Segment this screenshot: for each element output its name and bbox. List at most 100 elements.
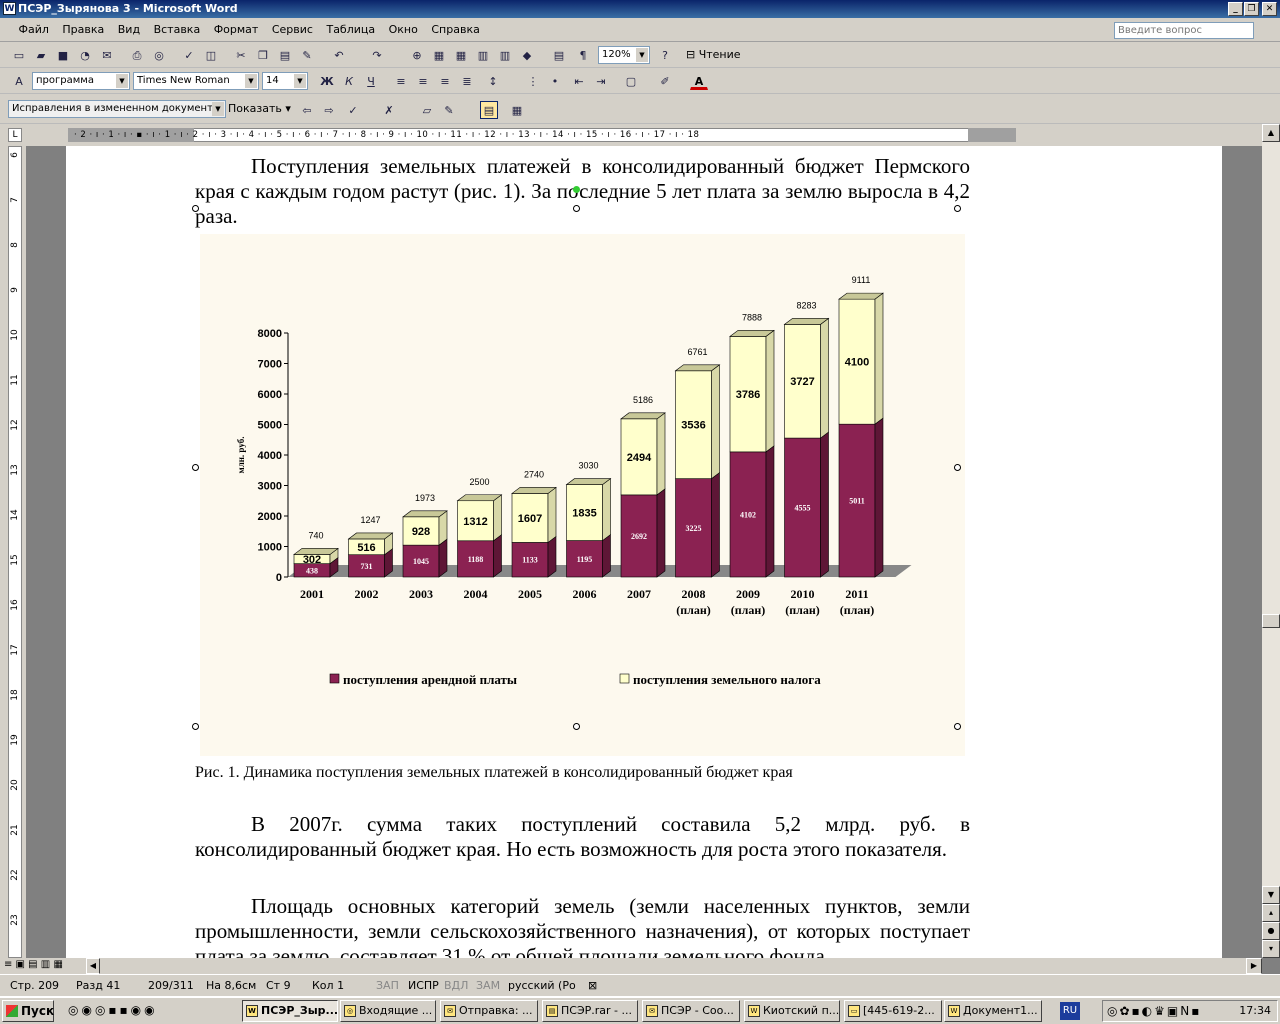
status-ovr[interactable]: ЗАМ: [476, 976, 500, 996]
taskbar-item-rar[interactable]: ▤ ПСЭР.rar - ...: [542, 1000, 638, 1022]
taskbar-item-send[interactable]: ✉ Отправка: ...: [440, 1000, 538, 1022]
font-size-select[interactable]: 14 ▼: [262, 72, 308, 90]
spelling-icon[interactable]: ✓: [180, 46, 198, 64]
vertical-ruler[interactable]: 6 7 8 9 10 11 12 13 14 15 16 17 18 19 20 21 22 23: [0, 146, 26, 958]
taskbar-item-document1[interactable]: W Документ1...: [944, 1000, 1042, 1022]
view-buttons[interactable]: ≡ ▣ ▤ ▥ ▦: [4, 959, 63, 970]
font-color-icon[interactable]: A: [690, 72, 708, 90]
open-folder-icon[interactable]: ▰: [32, 46, 50, 64]
undo-icon[interactable]: ↶: [330, 46, 348, 64]
line-spacing-icon[interactable]: ↕: [484, 72, 502, 90]
menu-insert[interactable]: Вставка: [149, 18, 206, 42]
menu-window[interactable]: Окно: [384, 18, 423, 42]
status-track[interactable]: ИСПР: [408, 976, 439, 996]
insert-table-icon[interactable]: ▦: [452, 46, 470, 64]
accept-change-icon[interactable]: ✓: [344, 101, 362, 119]
paragraph-1[interactable]: Поступления земельных платежей в консоли…: [195, 154, 970, 229]
drawing-icon[interactable]: ◆: [518, 46, 536, 64]
mail-recipient-icon[interactable]: ▦: [508, 101, 526, 119]
paragraph-2[interactable]: В 2007г. сумма таких поступлений состави…: [195, 812, 970, 862]
save-icon[interactable]: ■: [54, 46, 72, 64]
numbering-icon[interactable]: ⋮: [524, 72, 542, 90]
help-icon[interactable]: ?: [656, 46, 674, 64]
taskbar-item-phone[interactable]: ▭ [445-619-2...: [844, 1000, 942, 1022]
track-changes-icon[interactable]: ✎: [440, 101, 458, 119]
next-page-button[interactable]: ▾: [1262, 940, 1280, 958]
borders-icon[interactable]: ▢: [622, 72, 640, 90]
style-select[interactable]: программа ▼: [32, 72, 130, 90]
next-change-icon[interactable]: ⇨: [320, 101, 338, 119]
insert-excel-icon[interactable]: ▥: [474, 46, 492, 64]
menu-tools[interactable]: Сервис: [267, 18, 318, 42]
justify-icon[interactable]: ≣: [458, 72, 476, 90]
clock[interactable]: 17:34: [1239, 1001, 1271, 1021]
selection-handle[interactable]: [573, 723, 580, 730]
menu-table[interactable]: Таблица: [321, 18, 380, 42]
status-line[interactable]: Ст 9: [266, 976, 291, 996]
status-section[interactable]: Разд 41: [76, 976, 120, 996]
selection-handle[interactable]: [192, 723, 199, 730]
taskbar-item-word[interactable]: W ПСЭР_Зыр...: [242, 1000, 338, 1022]
research-icon[interactable]: ◫: [202, 46, 220, 64]
selection-handle[interactable]: [954, 205, 961, 212]
selection-handle[interactable]: [192, 205, 199, 212]
status-pages[interactable]: 209/311: [148, 976, 194, 996]
print-icon[interactable]: ⎙: [128, 46, 146, 64]
quick-launch-icons[interactable]: ◎◉◎▪▪◉◉: [68, 1003, 158, 1017]
bullets-icon[interactable]: •: [546, 72, 564, 90]
menu-edit[interactable]: Правка: [57, 18, 109, 42]
status-position[interactable]: На 8,6см: [206, 976, 256, 996]
selection-handle[interactable]: [954, 723, 961, 730]
columns-icon[interactable]: ▥: [496, 46, 514, 64]
print-preview-icon[interactable]: ◎: [150, 46, 168, 64]
increase-indent-icon[interactable]: ⇥: [592, 72, 610, 90]
show-markup-button[interactable]: Показать ▾: [228, 102, 291, 115]
scroll-thumb[interactable]: [1262, 614, 1280, 628]
close-button[interactable]: ✕: [1262, 2, 1277, 16]
italic-icon[interactable]: К: [340, 72, 358, 90]
tab-selector[interactable]: L: [8, 128, 22, 142]
language-indicator[interactable]: RU: [1060, 1002, 1080, 1020]
scroll-up-button[interactable]: ▲: [1262, 124, 1280, 142]
font-select[interactable]: Times New Roman ▼: [133, 72, 259, 90]
new-comment-icon[interactable]: ▱: [418, 101, 436, 119]
reading-mode-button[interactable]: ⊟ Чтение: [686, 48, 741, 61]
word-app-icon[interactable]: W: [3, 2, 16, 15]
vertical-scrollbar[interactable]: ▲ ▼ ▴ ● ▾: [1262, 124, 1280, 958]
horizontal-scrollbar[interactable]: ≡ ▣ ▤ ▥ ▦ ◀ ▶: [0, 958, 1262, 974]
highlight-icon[interactable]: ✐: [656, 72, 674, 90]
email-icon[interactable]: ✉: [98, 46, 116, 64]
scroll-left-button[interactable]: ◀: [86, 958, 100, 974]
maximize-button[interactable]: ❐: [1244, 2, 1259, 16]
reviewing-pane-icon[interactable]: ▤: [480, 101, 498, 119]
align-right-icon[interactable]: ≡: [436, 72, 454, 90]
underline-icon[interactable]: Ч: [362, 72, 380, 90]
figure-caption[interactable]: Рис. 1. Динамика поступления земельных п…: [195, 764, 793, 782]
cut-icon[interactable]: ✂: [232, 46, 250, 64]
align-center-icon[interactable]: ≡: [414, 72, 432, 90]
document-map-icon[interactable]: ▤: [550, 46, 568, 64]
menu-file[interactable]: Файл: [14, 18, 54, 42]
zoom-select[interactable]: 120% ▼: [598, 46, 650, 64]
bold-icon[interactable]: Ж: [318, 72, 336, 90]
selection-handle[interactable]: [573, 205, 580, 212]
styles-icon[interactable]: A: [10, 72, 28, 90]
permission-icon[interactable]: ◔: [76, 46, 94, 64]
scroll-right-button[interactable]: ▶: [1246, 958, 1262, 974]
status-language[interactable]: русский (Ро: [508, 976, 576, 996]
show-formatting-icon[interactable]: ¶: [574, 46, 592, 64]
hyperlink-icon[interactable]: ⊕: [408, 46, 426, 64]
horizontal-ruler[interactable]: L · 2 · ı · 1 · ı · ▪ · ı · 1 · ı · 2 · …: [0, 124, 1280, 146]
selection-handle[interactable]: [192, 464, 199, 471]
menu-view[interactable]: Вид: [113, 18, 145, 42]
review-mode-select[interactable]: Исправления в измененном документе ▼: [8, 100, 226, 118]
status-ext[interactable]: ВДЛ: [444, 976, 468, 996]
paste-icon[interactable]: ▤: [276, 46, 294, 64]
redo-icon[interactable]: ↷: [368, 46, 386, 64]
minimize-button[interactable]: _: [1228, 2, 1243, 16]
status-page[interactable]: Стр. 209: [10, 976, 59, 996]
tray-icons[interactable]: ◎✿▪◐♛▣N▪: [1107, 1001, 1201, 1021]
menu-format[interactable]: Формат: [209, 18, 264, 42]
ask-question-input[interactable]: Введите вопрос: [1114, 22, 1254, 39]
copy-icon[interactable]: ❐: [254, 46, 272, 64]
